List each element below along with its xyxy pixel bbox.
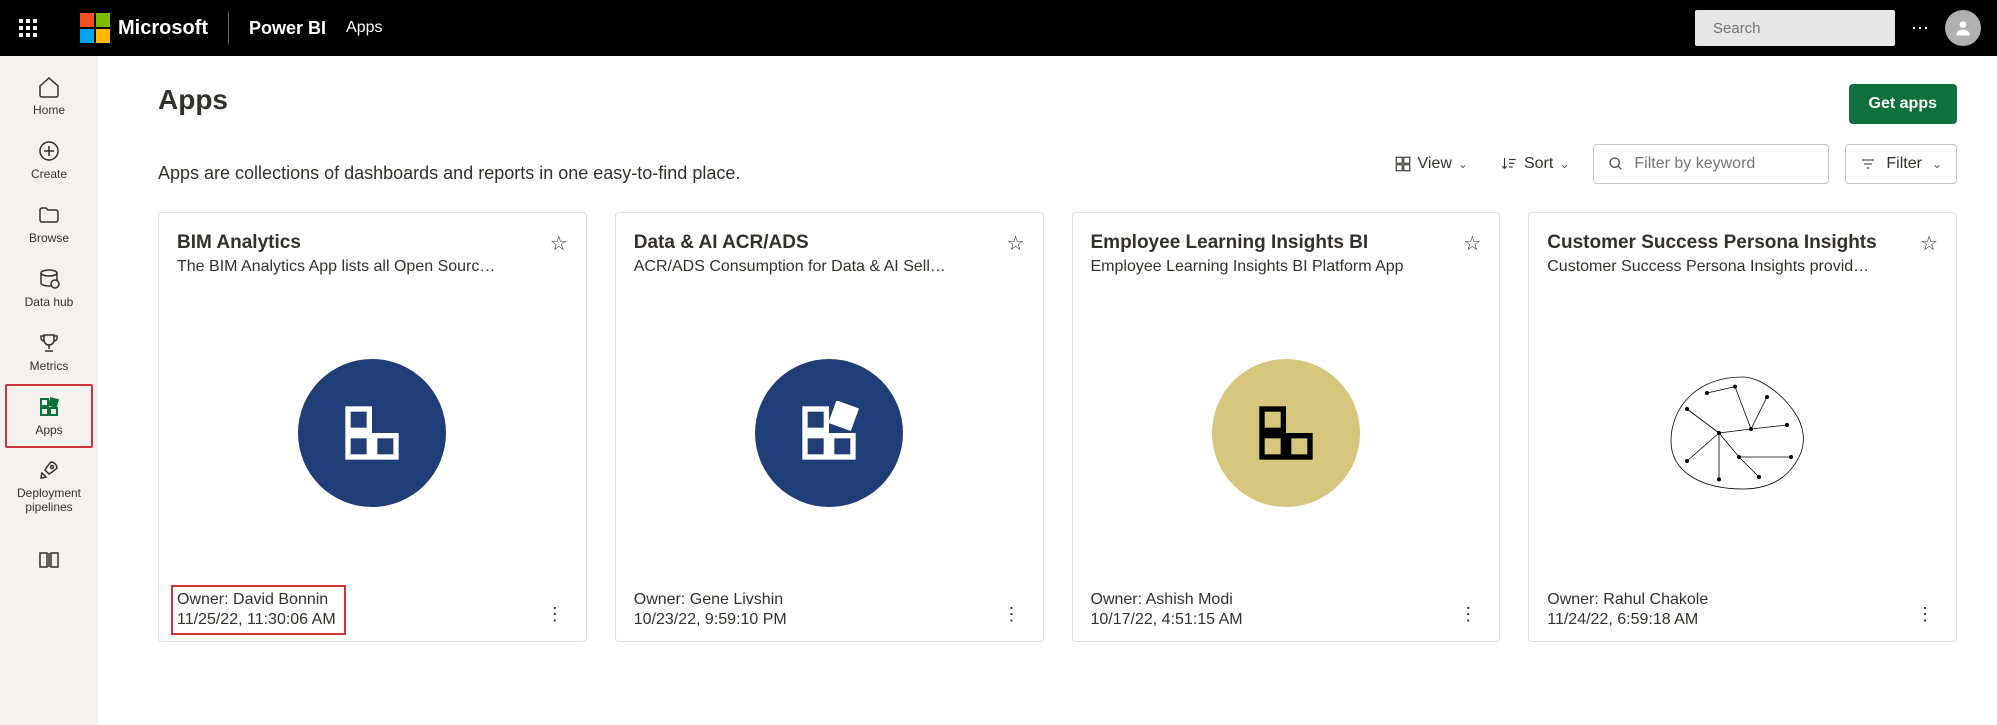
app-card-thumbnail [634, 276, 1025, 591]
page-title: Apps [158, 84, 228, 116]
grid-view-icon [1394, 155, 1412, 173]
person-icon [1953, 18, 1973, 38]
app-card-owner: Owner: Gene Livshin [634, 591, 787, 609]
app-card-thumbnail [1091, 276, 1482, 591]
apps-icon [37, 395, 61, 419]
app-icon [755, 359, 903, 507]
app-launcher-button[interactable] [0, 0, 56, 56]
nav-apps-label: Apps [35, 423, 62, 437]
main-content: Apps Get apps Apps are collections of da… [98, 56, 1997, 725]
global-search[interactable] [1695, 10, 1895, 46]
nav-data-hub-label: Data hub [25, 295, 74, 309]
app-card-more-button[interactable]: ⋮ [1455, 600, 1481, 629]
sort-dropdown[interactable]: Sort ⌄ [1492, 149, 1577, 179]
breadcrumb[interactable]: Apps [346, 19, 382, 37]
app-icon [1212, 359, 1360, 507]
chevron-down-icon: ⌄ [1458, 157, 1468, 171]
app-card-owner: Owner: Rahul Chakole [1547, 591, 1708, 609]
search-icon [1608, 156, 1624, 172]
app-card-description: Customer Success Persona Insights provid… [1547, 258, 1876, 276]
filter-keyword-input[interactable] [1634, 155, 1814, 173]
book-open-icon [37, 548, 61, 572]
favorite-star-button[interactable]: ☆ [1007, 231, 1025, 256]
waffle-icon [19, 19, 37, 37]
nav-deployment-pipelines[interactable]: Deployment pipelines [5, 448, 93, 524]
page-subtitle: Apps are collections of dashboards and r… [158, 163, 740, 184]
nav-data-hub[interactable]: Data hub [5, 256, 93, 320]
app-card-thumbnail [177, 276, 568, 591]
app-icon [298, 359, 446, 507]
left-nav: Home Create Browse Data hub Metrics Apps… [0, 56, 98, 725]
app-card-owner: Owner: Ashish Modi [1091, 591, 1243, 609]
app-card-title: BIM Analytics [177, 231, 495, 256]
microsoft-word: Microsoft [118, 17, 208, 40]
get-apps-button[interactable]: Get apps [1849, 84, 1957, 124]
nav-create[interactable]: Create [5, 128, 93, 192]
app-card-timestamp: 10/17/22, 4:51:15 AM [1091, 611, 1243, 629]
nav-pipelines-label: Deployment pipelines [7, 486, 91, 515]
favorite-star-button[interactable]: ☆ [1920, 231, 1938, 256]
folder-icon [37, 203, 61, 227]
header-more-button[interactable]: ⋯ [1911, 18, 1929, 39]
home-icon [37, 75, 61, 99]
nav-browse-label: Browse [29, 231, 69, 245]
favorite-star-button[interactable]: ☆ [550, 231, 568, 256]
filter-icon [1860, 156, 1876, 172]
chevron-down-icon: ⌄ [1559, 157, 1569, 171]
nav-workspaces[interactable] [5, 528, 93, 592]
nav-apps[interactable]: Apps [5, 384, 93, 448]
product-brand[interactable]: Power BI [249, 18, 326, 39]
filter-label: Filter [1886, 155, 1922, 173]
account-avatar[interactable] [1945, 10, 1981, 46]
nav-home[interactable]: Home [5, 64, 93, 128]
nav-browse[interactable]: Browse [5, 192, 93, 256]
header-separator [228, 12, 229, 44]
nav-home-label: Home [33, 103, 65, 117]
apps-card-grid: BIM Analytics The BIM Analytics App lists… [158, 212, 1957, 642]
app-card-more-button[interactable]: ⋮ [542, 600, 568, 629]
plus-circle-icon [37, 139, 61, 163]
app-card-owner: Owner: David Bonnin [177, 591, 336, 609]
app-card-timestamp: 10/23/22, 9:59:10 PM [634, 611, 787, 629]
nav-create-label: Create [31, 167, 67, 181]
view-dropdown[interactable]: View ⌄ [1386, 149, 1476, 179]
app-card[interactable]: Customer Success Persona Insights Custome… [1528, 212, 1957, 642]
app-card-title: Customer Success Persona Insights [1547, 231, 1876, 256]
app-card-thumbnail [1547, 276, 1938, 591]
app-card-description: ACR/ADS Consumption for Data & AI Sell… [634, 258, 946, 276]
rocket-icon [37, 458, 61, 482]
app-card[interactable]: BIM Analytics The BIM Analytics App lists… [158, 212, 587, 642]
trophy-icon [37, 331, 61, 355]
app-card[interactable]: Employee Learning Insights BI Employee Le… [1072, 212, 1501, 642]
sort-label: Sort [1524, 155, 1553, 173]
app-card-description: Employee Learning Insights BI Platform A… [1091, 258, 1404, 276]
app-card-timestamp: 11/24/22, 6:59:18 AM [1547, 611, 1708, 629]
microsoft-logo: Microsoft [80, 13, 208, 43]
filter-keyword-input-wrap[interactable] [1593, 144, 1829, 184]
app-card-more-button[interactable]: ⋮ [999, 600, 1025, 629]
filter-button[interactable]: Filter ⌄ [1845, 144, 1957, 184]
nav-metrics-label: Metrics [30, 359, 69, 373]
chevron-down-icon: ⌄ [1932, 157, 1942, 171]
app-card[interactable]: Data & AI ACR/ADS ACR/ADS Consumption for… [615, 212, 1044, 642]
sort-icon [1500, 155, 1518, 173]
search-input[interactable] [1713, 20, 1912, 37]
app-card-title: Data & AI ACR/ADS [634, 231, 946, 256]
app-card-title: Employee Learning Insights BI [1091, 231, 1404, 256]
nav-metrics[interactable]: Metrics [5, 320, 93, 384]
view-label: View [1418, 155, 1452, 173]
app-card-timestamp: 11/25/22, 11:30:06 AM [177, 611, 336, 629]
microsoft-squares-icon [80, 13, 110, 43]
top-bar: Microsoft Power BI Apps ⋯ [0, 0, 1997, 56]
app-card-description: The BIM Analytics App lists all Open Sou… [177, 258, 495, 276]
favorite-star-button[interactable]: ☆ [1463, 231, 1481, 256]
database-icon [37, 267, 61, 291]
app-card-more-button[interactable]: ⋮ [1912, 600, 1938, 629]
